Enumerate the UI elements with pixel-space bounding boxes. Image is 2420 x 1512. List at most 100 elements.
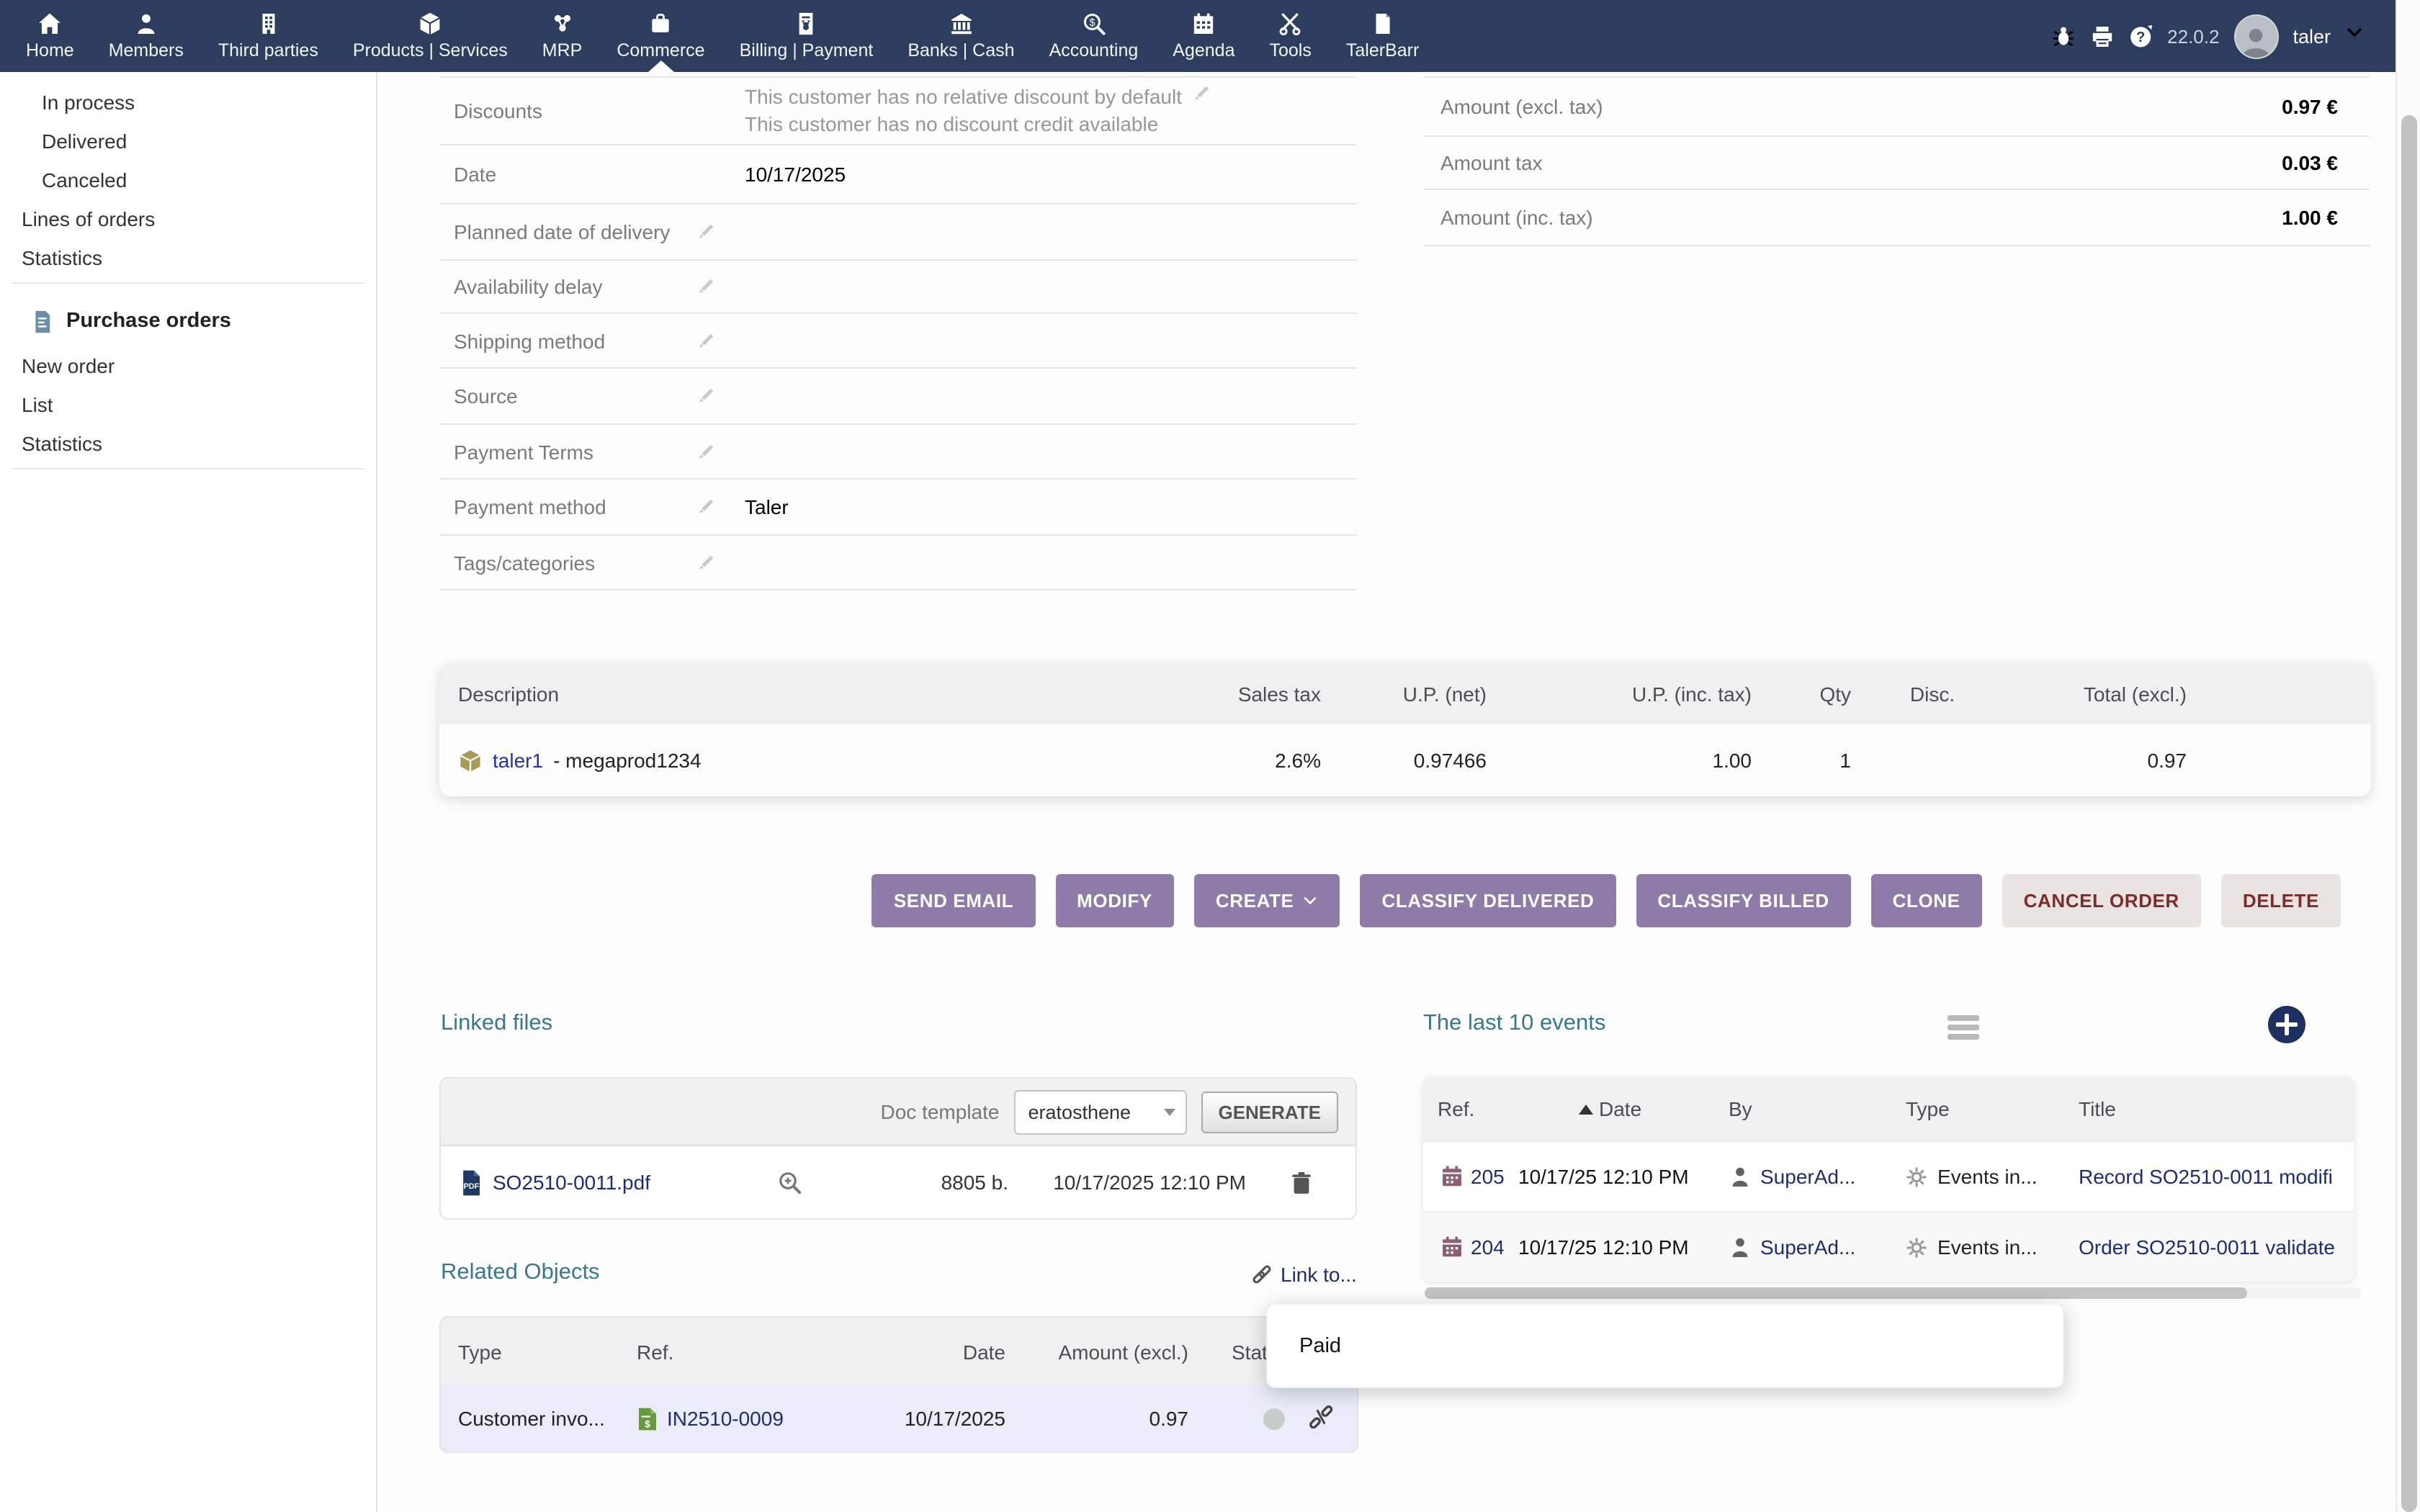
- event-title-link[interactable]: Order SO2510-0011 validate: [2079, 1236, 2335, 1259]
- file-link[interactable]: SO2510-0011.pdf: [493, 1171, 650, 1194]
- pencil-icon: [1191, 84, 1211, 104]
- edit-planned-delivery-icon[interactable]: [696, 222, 736, 242]
- nav-item-mrp[interactable]: MRP: [525, 0, 600, 72]
- nav-item-banks-cash[interactable]: Banks | Cash: [890, 0, 1031, 72]
- user-menu-label[interactable]: taler: [2293, 25, 2331, 47]
- amount-row-excl-tax: Amount (excl. tax) 0.97 €: [1423, 78, 2370, 137]
- delete-file-button[interactable]: [1258, 1170, 1344, 1194]
- event-by-link[interactable]: SuperAd...: [1760, 1236, 1855, 1259]
- nav-item-members[interactable]: Members: [91, 0, 201, 72]
- modify-button[interactable]: MODIFY: [1055, 874, 1174, 927]
- cancel-order-button[interactable]: CANCEL ORDER: [2002, 874, 2201, 927]
- event-ref-link[interactable]: 205: [1471, 1165, 1505, 1188]
- nav-label: Agenda: [1173, 40, 1234, 60]
- product-description: - megaprod1234: [553, 749, 702, 772]
- chain-link-icon: [1250, 1263, 1273, 1286]
- scrollbar-thumb[interactable]: [2401, 115, 2417, 1512]
- plus-circle-icon: [2267, 1005, 2306, 1044]
- edit-payment-terms-icon[interactable]: [696, 441, 736, 462]
- sidebar-item-canceled[interactable]: Canceled: [0, 161, 376, 200]
- accounting-icon: [1081, 12, 1106, 36]
- nav-item-commerce[interactable]: Commerce: [599, 0, 722, 72]
- help-icon[interactable]: [2128, 24, 2153, 48]
- bank-icon: [949, 12, 973, 36]
- event-ref-link[interactable]: 204: [1471, 1236, 1505, 1259]
- events-table: Ref. Date By Type Title 205 10/17/25 12:…: [1423, 1077, 2354, 1282]
- sidebar-item-list[interactable]: List: [0, 386, 376, 425]
- sidebar-item-statistics-sales[interactable]: Statistics: [0, 239, 376, 278]
- field-label: Source: [439, 384, 696, 408]
- building-icon: [256, 12, 280, 36]
- scrollbar-thumb[interactable]: [1425, 1287, 2247, 1299]
- order-line-row: taler1 - megaprod1234 2.6% 0.97466 1.00 …: [439, 724, 2371, 796]
- order-lines-table: Description Sales tax U.P. (net) U.P. (i…: [439, 664, 2371, 796]
- unlink-button[interactable]: [1308, 1403, 1334, 1434]
- field-label: Shipping method: [439, 329, 696, 352]
- calendar-event-icon: [1440, 1236, 1464, 1259]
- discount-note-2: This customer has no discount credit ava…: [745, 111, 1158, 138]
- order-lines-header: Description Sales tax U.P. (net) U.P. (i…: [439, 664, 2371, 724]
- field-label: Planned date of delivery: [439, 220, 696, 243]
- sidebar-item-lines-of-orders[interactable]: Lines of orders: [0, 200, 376, 239]
- nav-item-tools[interactable]: Tools: [1252, 0, 1329, 72]
- user-menu-chevron[interactable]: [2345, 23, 2364, 49]
- nav-item-third-parties[interactable]: Third parties: [201, 0, 336, 72]
- edit-shipping-method-icon[interactable]: [696, 330, 736, 351]
- events-list-view-button[interactable]: [1948, 1015, 1979, 1047]
- event-title-link[interactable]: Record SO2510-0011 modifi: [2079, 1165, 2333, 1188]
- field-label: Discounts: [439, 99, 696, 122]
- nav-item-accounting[interactable]: Accounting: [1032, 0, 1156, 72]
- preview-file-button[interactable]: [761, 1170, 818, 1194]
- nav-item-billing-payment[interactable]: Billing | Payment: [722, 0, 891, 72]
- nav-item-home[interactable]: Home: [9, 0, 91, 72]
- send-email-button[interactable]: SEND EMAIL: [872, 874, 1035, 927]
- sidebar-item-new-order[interactable]: New order: [0, 347, 376, 386]
- add-event-button[interactable]: [2267, 1005, 2306, 1051]
- delete-button[interactable]: DELETE: [2221, 874, 2341, 927]
- event-type: Events in...: [1937, 1165, 2038, 1188]
- edit-payment-method-icon[interactable]: [696, 497, 736, 517]
- nav-item-products-services[interactable]: Products | Services: [336, 0, 525, 72]
- pdf-file-icon: [460, 1169, 483, 1196]
- edit-availability-delay-icon[interactable]: [696, 276, 736, 297]
- sidebar-section-purchase-orders[interactable]: Purchase orders: [0, 301, 376, 341]
- clone-button[interactable]: CLONE: [1871, 874, 1982, 927]
- product-link[interactable]: taler1: [493, 749, 543, 772]
- event-date: 10/17/25 12:10 PM: [1510, 1236, 1718, 1259]
- line-up-inc: 1.00: [1487, 749, 1752, 772]
- nav-label: Billing | Payment: [740, 40, 874, 60]
- edit-source-icon[interactable]: [696, 386, 736, 406]
- edit-tags-icon[interactable]: [696, 552, 736, 572]
- page-vertical-scrollbar[interactable]: [2396, 0, 2420, 1512]
- classify-billed-button[interactable]: CLASSIFY BILLED: [1636, 874, 1850, 927]
- create-dropdown-button[interactable]: CREATE: [1194, 874, 1340, 927]
- field-label: Payment method: [439, 495, 696, 518]
- sidebar-item-statistics-purchase[interactable]: Statistics: [0, 425, 376, 464]
- main-menu: Home Members Third parties Products | Se…: [0, 0, 1436, 72]
- events-horizontal-scrollbar[interactable]: [1425, 1287, 2361, 1299]
- related-date: 10/17/2025: [873, 1407, 1031, 1430]
- invoice-link[interactable]: IN2510-0009: [667, 1407, 784, 1430]
- bug-report-icon[interactable]: [2051, 24, 2075, 48]
- edit-discount-icon[interactable]: [1191, 84, 1211, 111]
- pencil-icon: [696, 276, 716, 297]
- sidebar-item-delivered[interactable]: Delivered: [0, 122, 376, 161]
- amount-excl-tax-value: 0.97 €: [2282, 95, 2370, 118]
- field-row-source: Source: [439, 369, 1357, 425]
- avatar[interactable]: [2233, 14, 2278, 58]
- nav-item-agenda[interactable]: Agenda: [1155, 0, 1252, 72]
- amount-row-inc-tax: Amount (inc. tax) 1.00 €: [1423, 190, 2370, 246]
- nav-item-talerbarr[interactable]: TalerBarr: [1329, 0, 1436, 72]
- field-row-discounts: Discounts This customer has no relative …: [439, 78, 1357, 145]
- sidebar-item-in-process[interactable]: In process: [0, 84, 376, 122]
- link-to-button[interactable]: Link to...: [1250, 1263, 1357, 1286]
- payment-method-value: Taler: [745, 495, 1357, 518]
- field-row-date: Date 10/17/2025: [439, 145, 1357, 204]
- doc-template-select[interactable]: eratosthene: [1013, 1089, 1186, 1134]
- related-objects-title: Related Objects: [441, 1260, 600, 1286]
- generate-button[interactable]: GENERATE: [1201, 1091, 1338, 1133]
- print-icon[interactable]: [2089, 24, 2114, 48]
- event-by-link[interactable]: SuperAd...: [1760, 1165, 1855, 1188]
- classify-delivered-button[interactable]: CLASSIFY DELIVERED: [1360, 874, 1615, 927]
- chevron-down-icon: [1302, 893, 1318, 909]
